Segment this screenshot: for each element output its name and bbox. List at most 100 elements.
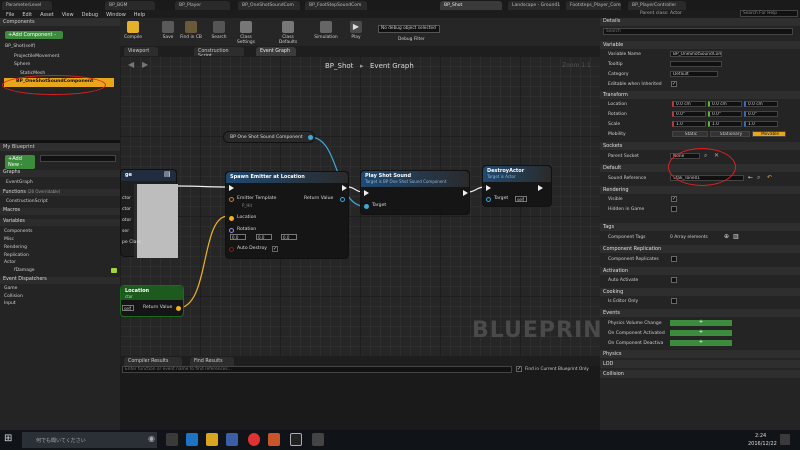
edge-browser-icon[interactable]: [186, 433, 198, 446]
add-tag-icon[interactable]: ⊕: [724, 233, 729, 240]
menu-window[interactable]: Window: [106, 12, 126, 18]
ed-cat-game[interactable]: Game: [4, 286, 17, 291]
ed-cat-input[interactable]: Input: [4, 301, 16, 306]
add-component-deactivated-event-button[interactable]: +: [670, 340, 732, 346]
class-settings-button[interactable]: Class Settings: [232, 19, 260, 45]
store-icon[interactable]: [226, 433, 238, 446]
play-shot-target-pin[interactable]: [364, 204, 369, 209]
spawn-exec-out[interactable]: [342, 185, 347, 191]
variables-category[interactable]: Variables: [0, 219, 120, 226]
destroy-exec-out[interactable]: [538, 185, 543, 191]
destroy-actor-node[interactable]: DestroyActor Target is Actor Target self: [482, 165, 552, 207]
doc-tab-bp-oneshotsoundcom[interactable]: BP_OneShotSoundCom: [238, 1, 300, 10]
play-shot-sound-node[interactable]: Play Shot Sound Target is BP One Shot So…: [360, 170, 470, 215]
is-editor-only-checkbox[interactable]: [671, 298, 677, 304]
tooltip-input[interactable]: [670, 61, 722, 67]
ed-cat-collision[interactable]: Collision: [4, 294, 23, 299]
var-cat-components[interactable]: Components: [4, 229, 32, 234]
visible-checkbox[interactable]: [671, 196, 677, 202]
scale-x-input[interactable]: 1.0: [672, 121, 706, 127]
my-blueprint-search[interactable]: [40, 155, 116, 162]
doc-tab-bp-player[interactable]: BP_Player: [175, 1, 230, 10]
tab-viewport[interactable]: Viewport: [124, 47, 158, 56]
get-location-return-pin[interactable]: [176, 306, 181, 311]
graphs-category[interactable]: Graphs: [0, 170, 120, 177]
menu-edit[interactable]: Edit: [22, 12, 32, 18]
location-pin[interactable]: [229, 216, 234, 221]
tab-event-graph[interactable]: Event Graph: [256, 47, 296, 56]
component-sphere[interactable]: Sphere: [14, 62, 30, 67]
play-button[interactable]: ▶ Play: [345, 19, 367, 45]
var-cat-actor[interactable]: Actor: [4, 260, 16, 265]
file-explorer-icon[interactable]: [206, 433, 218, 446]
search-button[interactable]: Search: [208, 19, 230, 45]
hidden-in-game-checkbox[interactable]: [671, 206, 677, 212]
component-projectile-movement[interactable]: ProjectileMovement: [14, 54, 59, 59]
menu-file[interactable]: File: [6, 12, 14, 18]
browse-icon[interactable]: ⌕: [757, 174, 760, 182]
section-transform[interactable]: Transform: [600, 91, 800, 99]
rotation-x-field[interactable]: 0.0°: [672, 111, 706, 117]
destroy-target-self[interactable]: self: [515, 196, 527, 202]
reset-to-default-icon[interactable]: ↶: [767, 174, 772, 181]
get-location-node[interactable]: Location ctor self Return Value: [120, 285, 184, 317]
play-shot-exec-in[interactable]: [364, 190, 369, 196]
location-y-input[interactable]: 0.0 cm: [708, 101, 742, 107]
doc-tab-bp-shot[interactable]: BP_Shot: [440, 1, 502, 10]
tab-construction-script[interactable]: Construction Script: [194, 47, 244, 59]
spawn-return-pin[interactable]: [340, 197, 345, 202]
doc-tab-bp-footstepsoundcom[interactable]: BP_FootStepSoundCom: [305, 1, 367, 10]
notification-icon[interactable]: [780, 434, 790, 445]
emitter-template-pin[interactable]: [229, 197, 234, 202]
app-icon-gray[interactable]: [312, 433, 324, 446]
category-dropdown[interactable]: Default: [670, 71, 718, 77]
auto-destroy-pin[interactable]: [229, 247, 234, 252]
find-current-only-checkbox[interactable]: [516, 366, 522, 372]
find-references-input[interactable]: Enter function or event name to find ref…: [122, 366, 512, 373]
location-z-input[interactable]: 0.0 cm: [744, 101, 778, 107]
task-view-icon[interactable]: [166, 433, 178, 446]
component-root[interactable]: BP_Shot(self): [5, 44, 35, 49]
help-search-input[interactable]: Search For Help: [740, 10, 798, 17]
chrome-icon[interactable]: [248, 433, 260, 446]
mobility-stationary-button[interactable]: Stationary: [710, 131, 750, 137]
doc-tab-footsteps-player[interactable]: Footsteps_Player_Comb: [566, 1, 621, 10]
doc-tab-parameterlevel[interactable]: ParameterLevel: [2, 1, 52, 10]
left-partial-node[interactable]: ge ctor ctor otor ser pe Class ▤: [120, 169, 178, 258]
auto-destroy-checkbox[interactable]: [272, 246, 278, 252]
rotation-y-field[interactable]: 0.0°: [708, 111, 742, 117]
microphone-icon[interactable]: ◉: [148, 434, 155, 443]
rotation-z-input[interactable]: 0.0: [281, 234, 297, 240]
section-cooking[interactable]: Cooking: [600, 288, 800, 296]
mobility-movable-button[interactable]: Movable: [752, 131, 786, 137]
section-collision[interactable]: Collision: [600, 370, 800, 378]
find-in-cb-button[interactable]: Find in CB: [180, 19, 202, 45]
section-variable[interactable]: Variable: [600, 41, 800, 49]
app-icon-orange[interactable]: [268, 433, 280, 446]
var-fdamage[interactable]: fDamage: [14, 268, 35, 273]
scale-y-input[interactable]: 1.0: [708, 121, 742, 127]
editable-inherited-checkbox[interactable]: [671, 81, 677, 87]
save-button[interactable]: Save: [157, 19, 179, 45]
event-graph-canvas[interactable]: ◀ ▶ BP_Shot ▸ Event Graph Zoom 1:1 BLUEP…: [120, 56, 600, 356]
scale-z-input[interactable]: 1.0: [744, 121, 778, 127]
windows-start-icon[interactable]: ⊞: [4, 433, 12, 444]
use-selected-arrow-icon[interactable]: ←: [748, 174, 753, 181]
variable-name-input[interactable]: BP_OneShotSoundCom: [670, 51, 722, 57]
event-graph-item[interactable]: EventGraph: [6, 180, 33, 185]
location-x-input[interactable]: 0.0 cm: [672, 101, 706, 107]
mobility-static-button[interactable]: Static: [672, 131, 708, 137]
auto-activate-checkbox[interactable]: [671, 277, 677, 283]
var-cat-replication[interactable]: Replication: [4, 253, 29, 258]
class-defaults-button[interactable]: Class Defaults: [273, 19, 303, 45]
get-location-self[interactable]: self: [122, 305, 134, 311]
section-tags[interactable]: Tags: [600, 223, 800, 231]
delete-tag-icon[interactable]: ▥: [733, 233, 739, 240]
doc-tab-landscape[interactable]: Landscape - Ground1: [508, 1, 560, 10]
spawn-emitter-node[interactable]: Spawn Emitter at Location Emitter Templa…: [225, 171, 349, 259]
add-physics-volume-event-button[interactable]: +: [670, 320, 732, 326]
cortana-search-box[interactable]: 何でも聞いてください: [22, 432, 157, 448]
construction-script-item[interactable]: ConstructionScript: [6, 199, 48, 204]
details-search-input[interactable]: Search: [603, 28, 793, 35]
unreal-engine-icon[interactable]: [290, 433, 302, 446]
